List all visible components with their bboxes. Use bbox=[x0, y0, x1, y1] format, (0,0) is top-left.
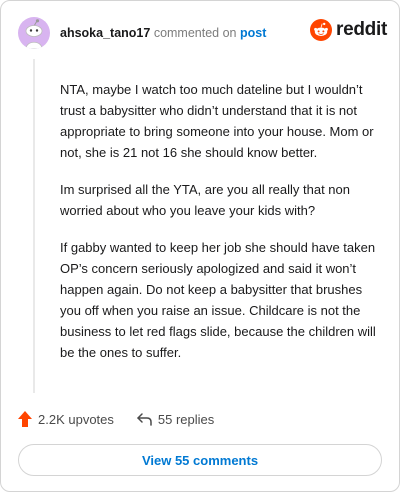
reply-count: 55 replies bbox=[157, 411, 215, 427]
view-comments-button[interactable]: View 55 comments bbox=[18, 444, 382, 476]
comment-paragraph: If gabby wanted to keep her job she shou… bbox=[60, 240, 376, 360]
reddit-logo: reddit bbox=[310, 19, 387, 41]
comment-footer: 2.2K upvotes 55 replies bbox=[18, 411, 214, 427]
avatar[interactable] bbox=[18, 17, 50, 49]
comment-header: ahsoka_tano17 commented on post bbox=[60, 26, 266, 40]
snoo-avatar-icon bbox=[25, 19, 43, 49]
comment-paragraph: Im surprised all the YTA, are you all re… bbox=[60, 182, 350, 218]
upvote-count: 2.2K upvotes bbox=[38, 411, 114, 427]
reddit-icon bbox=[310, 19, 332, 41]
reply-arrow-icon bbox=[137, 413, 152, 426]
comment-body: NTA, maybe I watch too much dateline but… bbox=[60, 79, 378, 379]
thread-line bbox=[33, 59, 35, 393]
comment-paragraph: NTA, maybe I watch too much dateline but… bbox=[60, 82, 374, 160]
upvote-arrow-icon bbox=[18, 411, 32, 427]
upvote-button[interactable]: 2.2K upvotes bbox=[18, 411, 114, 427]
comment-card: ahsoka_tano17 commented on post reddit N… bbox=[0, 0, 400, 492]
replies-button[interactable]: 55 replies bbox=[136, 412, 214, 427]
commented-on-text: commented on bbox=[153, 26, 237, 40]
post-link[interactable]: post bbox=[240, 26, 266, 40]
reddit-wordmark: reddit bbox=[336, 19, 387, 40]
username[interactable]: ahsoka_tano17 bbox=[60, 26, 150, 40]
